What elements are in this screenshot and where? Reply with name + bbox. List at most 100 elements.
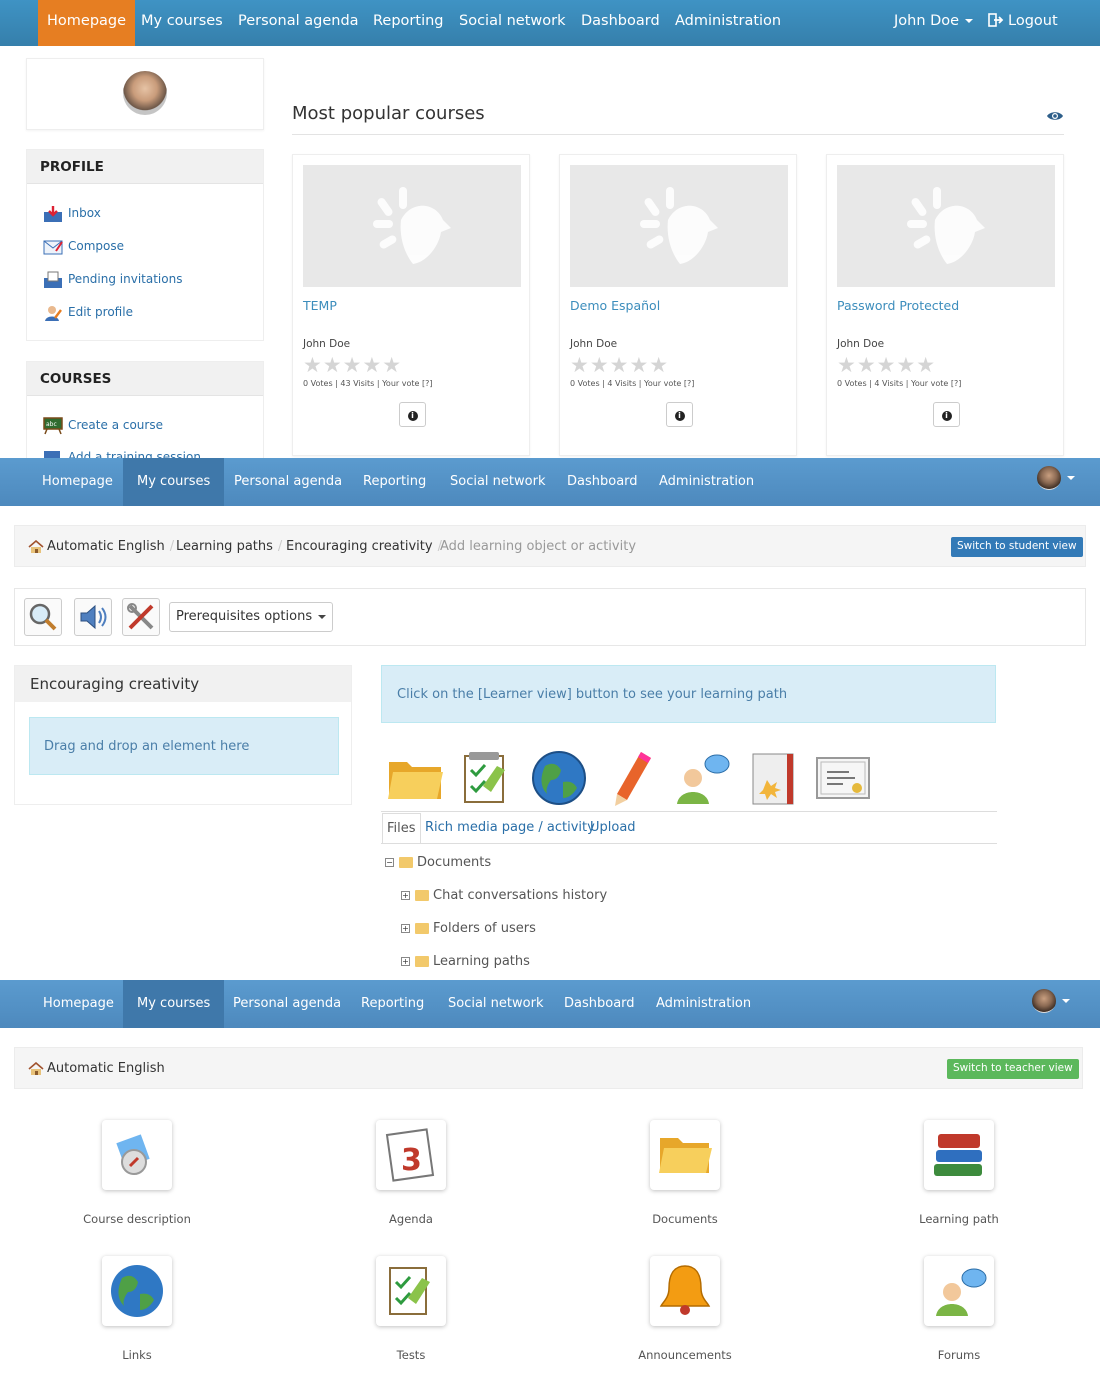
- tool-tile[interactable]: [102, 1120, 172, 1190]
- tool-label[interactable]: Agenda: [341, 1212, 481, 1226]
- expand-icon[interactable]: +: [401, 957, 410, 966]
- globe-icon[interactable]: [529, 748, 589, 808]
- rating-stars[interactable]: ★★★★★: [570, 354, 669, 376]
- nav-administration[interactable]: Administration: [675, 0, 781, 46]
- audio-button[interactable]: [74, 598, 112, 636]
- nav-homepage[interactable]: Homepage: [42, 458, 113, 506]
- menu-pending-invitations[interactable]: Pending invitations: [43, 269, 182, 289]
- switch-to-student-view-button[interactable]: Switch to student view: [951, 537, 1083, 557]
- prerequisites-options-dropdown[interactable]: Prerequisites options: [169, 602, 334, 632]
- breadcrumb-item[interactable]: Encouraging creativity /: [286, 526, 447, 568]
- tool-tile[interactable]: [924, 1120, 994, 1190]
- menu-edit-profile[interactable]: Edit profile: [43, 302, 133, 322]
- nav-social-network[interactable]: Social network: [459, 0, 565, 46]
- nav-dashboard[interactable]: Dashboard: [567, 458, 638, 506]
- course-thumbnail[interactable]: [837, 165, 1055, 287]
- course-info-button[interactable]: i: [933, 402, 960, 427]
- tool-tile[interactable]: [650, 1120, 720, 1190]
- nav-my-courses[interactable]: My courses: [141, 0, 223, 46]
- search-button[interactable]: [24, 598, 62, 636]
- expand-icon[interactable]: +: [401, 924, 410, 933]
- tool-tile[interactable]: [924, 1256, 994, 1326]
- tree-item-documents[interactable]: − Documents: [385, 853, 491, 873]
- rating-stars[interactable]: ★★★★★: [303, 354, 402, 376]
- tool-tests[interactable]: Tests: [341, 1256, 481, 1362]
- nav-administration[interactable]: Administration: [659, 458, 754, 506]
- course-thumbnail[interactable]: [570, 165, 788, 287]
- eye-icon[interactable]: [1046, 110, 1064, 122]
- tool-announcements[interactable]: Announcements: [615, 1256, 755, 1362]
- tool-links[interactable]: Links: [67, 1256, 207, 1362]
- nav-my-courses[interactable]: My courses: [123, 458, 225, 506]
- tool-tile[interactable]: [376, 1256, 446, 1326]
- course-info-button[interactable]: i: [399, 402, 426, 427]
- course-title-link[interactable]: Password Protected: [837, 298, 959, 313]
- tool-documents[interactable]: Documents: [615, 1120, 755, 1226]
- switch-to-teacher-view-button[interactable]: Switch to teacher view: [947, 1059, 1079, 1079]
- nav-personal-agenda[interactable]: Personal agenda: [233, 980, 341, 1028]
- rating-stars[interactable]: ★★★★★: [837, 354, 936, 376]
- tab-upload[interactable]: Upload: [590, 813, 636, 843]
- avatar[interactable]: [1037, 466, 1061, 490]
- nav-homepage[interactable]: Homepage: [43, 980, 114, 1028]
- book-icon[interactable]: [743, 748, 803, 808]
- nav-homepage[interactable]: Homepage: [38, 0, 136, 46]
- menu-inbox[interactable]: Inbox: [43, 203, 101, 223]
- course-thumbnail[interactable]: [303, 165, 521, 287]
- tab-files[interactable]: Files: [382, 813, 421, 844]
- tool-label[interactable]: Announcements: [615, 1348, 755, 1362]
- tab-rich-media[interactable]: Rich media page / activity: [425, 813, 595, 843]
- nav-administration[interactable]: Administration: [656, 980, 751, 1028]
- nav-social-network[interactable]: Social network: [450, 458, 545, 506]
- certificate-icon[interactable]: [813, 748, 873, 808]
- chevron-down-icon[interactable]: [1067, 476, 1075, 480]
- course-title-link[interactable]: TEMP: [303, 298, 337, 313]
- tool-label[interactable]: Links: [67, 1348, 207, 1362]
- tool-label[interactable]: Documents: [615, 1212, 755, 1226]
- tool-course-description[interactable]: Course description: [67, 1120, 207, 1226]
- nav-reporting[interactable]: Reporting: [361, 980, 424, 1028]
- course-title-link[interactable]: Demo Español: [570, 298, 660, 313]
- menu-add-training-session[interactable]: Add a training session: [43, 447, 201, 458]
- expand-icon[interactable]: +: [401, 891, 410, 900]
- tool-tile[interactable]: [102, 1256, 172, 1326]
- menu-create-course[interactable]: abc Create a course: [43, 415, 163, 435]
- tool-label[interactable]: Forums: [889, 1348, 1029, 1362]
- nav-dashboard[interactable]: Dashboard: [564, 980, 635, 1028]
- menu-compose[interactable]: Compose: [43, 236, 124, 256]
- breadcrumb-item[interactable]: Automatic English /: [47, 526, 179, 568]
- course-info-button[interactable]: i: [666, 402, 693, 427]
- nav-reporting[interactable]: Reporting: [373, 0, 444, 46]
- nav-my-courses[interactable]: My courses: [123, 980, 225, 1028]
- quiz-icon[interactable]: [457, 748, 517, 808]
- breadcrumb-item[interactable]: Automatic English: [47, 1048, 165, 1090]
- forum-icon[interactable]: [671, 748, 731, 808]
- nav-dashboard[interactable]: Dashboard: [581, 0, 660, 46]
- chevron-down-icon[interactable]: [1062, 999, 1070, 1003]
- user-menu[interactable]: John Doe: [894, 0, 974, 46]
- collapse-icon[interactable]: −: [385, 858, 394, 867]
- folder-icon[interactable]: [385, 748, 445, 808]
- logout-link[interactable]: Logout: [988, 0, 1058, 46]
- tool-learning-path[interactable]: Learning path: [889, 1120, 1029, 1226]
- avatar[interactable]: [1032, 989, 1056, 1013]
- nav-personal-agenda[interactable]: Personal agenda: [238, 0, 359, 46]
- tree-item-chat-history[interactable]: + Chat conversations history: [401, 886, 607, 906]
- tools-button[interactable]: [122, 598, 160, 636]
- tool-forums[interactable]: Forums: [889, 1256, 1029, 1362]
- nav-social-network[interactable]: Social network: [448, 980, 543, 1028]
- tool-label[interactable]: Learning path: [889, 1212, 1029, 1226]
- tool-label[interactable]: Tests: [341, 1348, 481, 1362]
- tool-tile[interactable]: 3: [376, 1120, 446, 1190]
- nav-personal-agenda[interactable]: Personal agenda: [234, 458, 342, 506]
- avatar[interactable]: [123, 71, 167, 115]
- tree-item-learning-paths[interactable]: + Learning paths: [401, 952, 530, 972]
- pencil-icon[interactable]: [601, 748, 661, 808]
- nav-reporting[interactable]: Reporting: [363, 458, 426, 506]
- tree-item-folders-of-users[interactable]: + Folders of users: [401, 919, 536, 939]
- drop-zone[interactable]: Drag and drop an element here: [29, 717, 339, 775]
- tool-agenda[interactable]: 3 Agenda: [341, 1120, 481, 1226]
- breadcrumb-item[interactable]: Learning paths /: [176, 526, 287, 568]
- tool-label[interactable]: Course description: [67, 1212, 207, 1226]
- tool-tile[interactable]: [650, 1256, 720, 1326]
